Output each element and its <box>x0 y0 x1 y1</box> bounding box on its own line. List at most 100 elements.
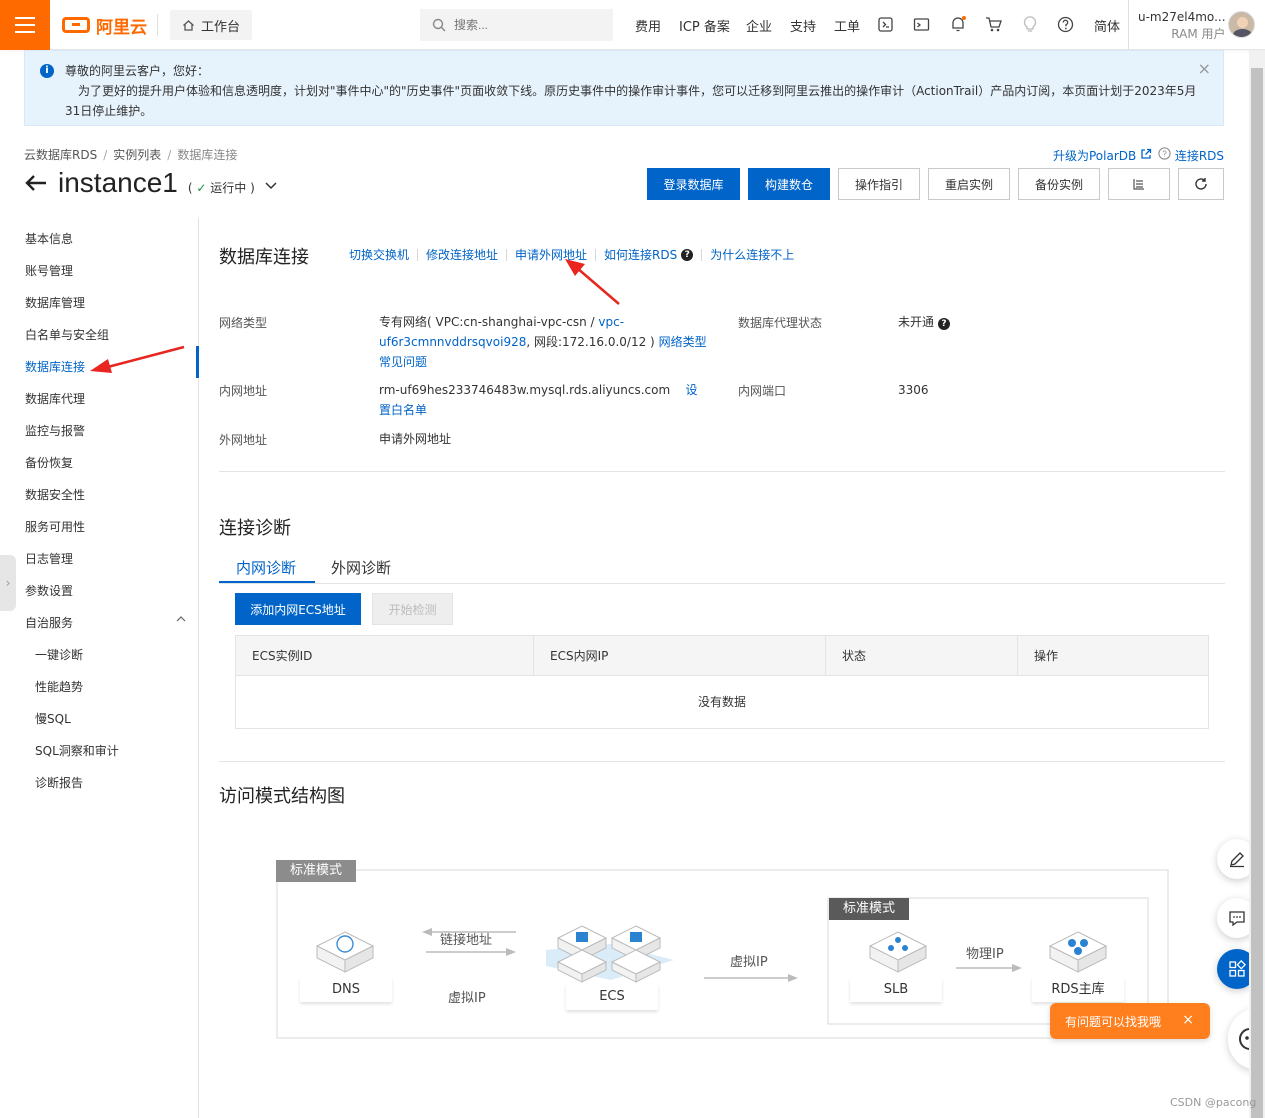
upgrade-polardb-link[interactable]: 升级为PolarDB <box>1053 147 1152 164</box>
help-icon[interactable] <box>1057 16 1074 33</box>
sidebar-item-backup[interactable]: 备份恢复 <box>25 454 73 471</box>
watermark: CSDN @pacong <box>1170 1096 1257 1109</box>
nav-icp[interactable]: ICP 备案 <box>679 16 730 35</box>
status-badge: ( ✓ 运行中 ) <box>188 179 255 196</box>
help-icon[interactable]: ? <box>681 248 694 261</box>
modify-address-link[interactable]: 修改连接地址 <box>426 246 498 263</box>
sidebar-item-performance-trend[interactable]: 性能趋势 <box>35 678 83 695</box>
vertical-scrollbar[interactable] <box>1249 50 1265 1118</box>
notice-banner: i 尊敬的阿里云客户，您好： 为了更好的提升用户体验和信息透明度，计划对"事件中… <box>24 50 1224 126</box>
lightbulb-icon[interactable] <box>1022 15 1038 33</box>
avatar[interactable] <box>1228 11 1255 38</box>
close-icon[interactable]: × <box>1182 1012 1194 1028</box>
chevron-up-icon[interactable] <box>176 615 186 622</box>
sidebar-item-autonomy[interactable]: 自治服务 <box>25 614 73 631</box>
sidebar-item-sql-audit[interactable]: SQL洞察和审计 <box>35 742 119 759</box>
chat-icon <box>1228 909 1246 927</box>
sidebar-item-basic-info[interactable]: 基本信息 <box>25 230 73 247</box>
column-header-actions: 操作 <box>1034 649 1059 663</box>
aliyun-logo[interactable]: 阿里云 <box>62 13 147 38</box>
cart-icon[interactable] <box>985 16 1003 33</box>
terminal-icon[interactable] <box>913 16 930 33</box>
search-input[interactable] <box>454 18 594 32</box>
mode-tag-standard: 标准模式 <box>276 860 357 882</box>
column-header-ecs-ip: ECS内网IP <box>534 636 826 676</box>
upgrade-polardb-label: 升级为PolarDB <box>1053 149 1137 163</box>
mode-tag-standard: 标准模式 <box>829 898 910 920</box>
help-icon[interactable]: ? <box>938 318 951 330</box>
sidebar-item-monitoring[interactable]: 监控与报警 <box>25 422 85 439</box>
breadcrumb-rds[interactable]: 云数据库RDS <box>24 148 97 162</box>
sidebar-item-one-click-diagnosis[interactable]: 一键诊断 <box>35 646 83 663</box>
why-cannot-connect-link[interactable]: 为什么连接不上 <box>710 246 794 263</box>
sidebar-collapse-handle[interactable]: › <box>0 555 16 611</box>
build-warehouse-button[interactable]: 构建数仓 <box>748 168 830 200</box>
nav-ticket[interactable]: 工单 <box>834 16 860 35</box>
backup-instance-button[interactable]: 备份实例 <box>1018 168 1100 200</box>
workbench-button[interactable]: 工作台 <box>170 10 252 40</box>
node-rds-primary: RDS主库 <box>1032 978 1124 1002</box>
refresh-icon <box>1194 177 1208 191</box>
notice-body: 为了更好的提升用户体验和信息透明度，计划对"事件中心"的"历史事件"页面收敛下线… <box>65 84 1197 118</box>
back-arrow-icon[interactable] <box>24 173 48 193</box>
sidebar-item-whitelist[interactable]: 白名单与安全组 <box>25 326 109 343</box>
refresh-button[interactable] <box>1178 168 1224 200</box>
node-ecs: ECS <box>566 984 658 1010</box>
apply-public-address-link[interactable]: 申请外网地址 <box>379 429 451 449</box>
scrollbar-thumb[interactable] <box>1251 68 1263 1118</box>
sidebar-item-db-connection[interactable]: 数据库连接 <box>25 358 85 375</box>
nav-support[interactable]: 支持 <box>790 16 816 35</box>
annotation-arrow-icon <box>90 345 185 373</box>
label-link-address: 链接地址 <box>440 933 493 948</box>
nav-billing[interactable]: 费用 <box>635 16 661 35</box>
table-empty-state: 没有数据 <box>697 695 746 709</box>
tab-intranet-diagnosis[interactable]: 内网诊断 <box>236 557 296 578</box>
section-title-connection: 数据库连接 <box>219 247 309 268</box>
sidebar-item-accounts[interactable]: 账号管理 <box>25 262 73 279</box>
network-type-label: 网络类型 <box>219 316 268 330</box>
switch-vswitch-link[interactable]: 切换交换机 <box>349 246 409 263</box>
intranet-address-text: rm-uf69hes233746483w.mysql.rds.aliyuncs.… <box>379 383 671 397</box>
login-database-button[interactable]: 登录数据库 <box>647 168 740 200</box>
add-ecs-address-button[interactable]: 添加内网ECS地址 <box>235 593 361 625</box>
cloud-shell-icon[interactable] <box>877 16 894 33</box>
notification-bell-icon[interactable] <box>949 15 967 33</box>
sidebar-item-data-security[interactable]: 数据安全性 <box>25 486 85 503</box>
start-check-button[interactable]: 开始检测 <box>372 593 453 625</box>
list-view-button[interactable] <box>1108 168 1170 200</box>
restart-instance-button[interactable]: 重启实例 <box>928 168 1010 200</box>
breadcrumb-instance-list[interactable]: 实例列表 <box>113 148 161 162</box>
annotation-arrow-icon <box>565 259 620 305</box>
global-search[interactable] <box>420 9 613 41</box>
nav-enterprise[interactable]: 企业 <box>746 16 772 35</box>
assistant-popup[interactable]: 有问题可以找我哦 × <box>1050 1003 1210 1039</box>
label-virtual-ip: 虚拟IP <box>730 955 768 970</box>
label-physical-ip: 物理IP <box>966 947 1004 962</box>
proxy-status-text: 未开通 <box>898 315 935 329</box>
sidebar-item-availability[interactable]: 服务可用性 <box>25 518 85 535</box>
divider <box>219 761 1225 762</box>
check-icon: ✓ <box>196 180 207 195</box>
active-tab-indicator <box>219 581 315 583</box>
connect-rds-link[interactable]: ? 连接RDS <box>1158 147 1224 164</box>
user-name: u-m27el4mo... <box>1138 10 1226 24</box>
sidebar-item-slow-sql[interactable]: 慢SQL <box>35 710 71 727</box>
divider <box>219 471 1225 472</box>
intranet-port-value: 3306 <box>898 383 929 397</box>
language-switch[interactable]: 简体 <box>1094 16 1120 35</box>
table-header: ECS实例ID ECS内网IP 状态 操作 <box>236 636 1208 676</box>
chevron-down-icon[interactable] <box>265 182 277 190</box>
sidebar-item-logs[interactable]: 日志管理 <box>25 550 73 567</box>
intranet-port-label: 内网端口 <box>738 384 787 398</box>
sidebar-item-parameters[interactable]: 参数设置 <box>25 582 73 599</box>
sidebar-item-databases[interactable]: 数据库管理 <box>25 294 85 311</box>
sidebar-item-db-proxy[interactable]: 数据库代理 <box>25 390 85 407</box>
notice-close-icon[interactable]: × <box>1198 59 1211 78</box>
diagram-background <box>276 869 1169 1039</box>
tab-internet-diagnosis[interactable]: 外网诊断 <box>331 557 391 578</box>
node-slb: SLB <box>850 978 942 1002</box>
hamburger-menu-button[interactable] <box>0 0 50 50</box>
sidebar-item-diagnosis-report[interactable]: 诊断报告 <box>35 774 83 791</box>
user-info[interactable]: u-m27el4mo... RAM 用户 <box>1138 9 1226 43</box>
operation-guide-button[interactable]: 操作指引 <box>838 168 920 200</box>
